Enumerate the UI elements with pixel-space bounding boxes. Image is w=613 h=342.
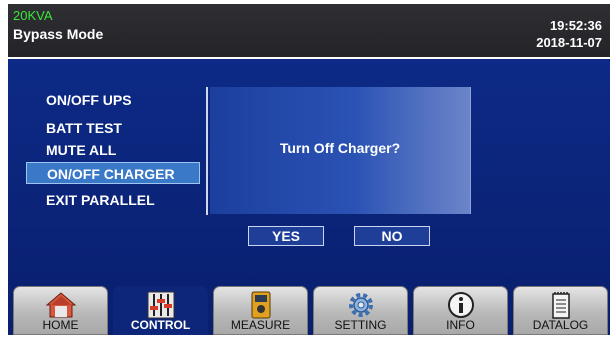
menu-item-exit-parallel[interactable]: EXIT PARALLEL (46, 192, 155, 208)
yes-button[interactable]: YES (248, 226, 324, 246)
confirm-dialog: Turn Off Charger? (210, 87, 471, 214)
tab-label: MEASURE (230, 318, 291, 332)
gear-icon (349, 293, 373, 317)
menu-divider (206, 87, 208, 215)
dialog-message: Turn Off Charger? (279, 140, 401, 156)
no-button[interactable]: NO (354, 226, 430, 246)
multimeter-icon (251, 291, 271, 319)
home-icon (45, 292, 77, 318)
clock-date: 2018-11-07 (536, 35, 602, 50)
tab-measure[interactable]: MEASURE (213, 286, 308, 335)
sliders-icon (147, 291, 175, 319)
menu-item-batt-test[interactable]: BATT TEST (46, 120, 122, 136)
clock-time: 19:52:36 (549, 18, 602, 33)
tab-control[interactable]: CONTROL (113, 286, 208, 335)
ups-screen: 20KVA Bypass Mode 19:52:36 2018-11-07 ON… (0, 0, 613, 342)
tab-datalog[interactable]: DATALOG (513, 286, 608, 335)
menu-item-onoff-ups[interactable]: ON/OFF UPS (46, 92, 132, 108)
menu-item-onoff-charger[interactable]: ON/OFF CHARGER (26, 162, 200, 184)
tab-home[interactable]: HOME (13, 286, 108, 335)
tab-label: HOME (42, 318, 79, 332)
info-icon (448, 292, 474, 318)
ups-rating: 20KVA (13, 8, 53, 23)
operating-mode: Bypass Mode (13, 26, 104, 42)
tab-label: SETTING (334, 318, 387, 332)
status-header: 20KVA Bypass Mode 19:52:36 2018-11-07 (8, 4, 610, 57)
tab-label: DATALOG (532, 318, 589, 332)
tab-label: INFO (446, 318, 475, 332)
tab-label: CONTROL (130, 318, 191, 332)
tab-setting[interactable]: SETTING (313, 286, 408, 335)
notepad-icon (552, 292, 570, 319)
tab-info[interactable]: INFO (413, 286, 508, 335)
menu-item-mute-all[interactable]: MUTE ALL (46, 142, 116, 158)
